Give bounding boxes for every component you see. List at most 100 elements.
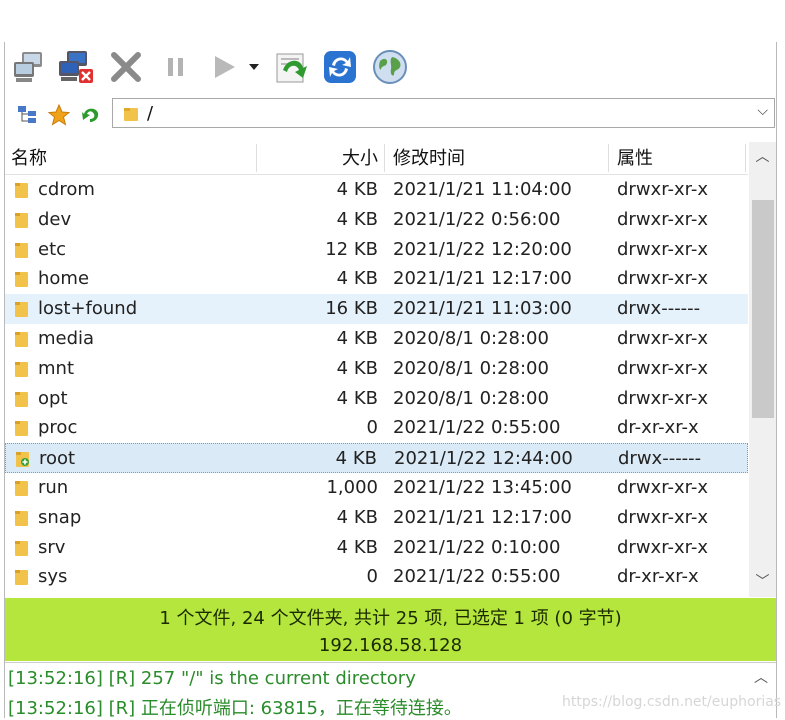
caret-down-icon bbox=[249, 64, 259, 70]
file-attributes: dr-xr-xr-x bbox=[617, 417, 699, 439]
file-size: 4 KB bbox=[336, 387, 378, 409]
folder-icon bbox=[15, 540, 28, 556]
file-name: media bbox=[38, 328, 95, 349]
file-modified: 2021/1/21 11:03:00 bbox=[393, 298, 572, 320]
play-button[interactable] bbox=[204, 48, 244, 86]
disconnect-button[interactable] bbox=[56, 48, 96, 86]
file-size: 4 KB bbox=[336, 328, 378, 349]
scroll-up-icon[interactable]: ︿ bbox=[754, 667, 768, 687]
log-panel[interactable]: [13:52:16] [R] 257 "/" is the current di… bbox=[5, 662, 776, 719]
file-attributes: dr-xr-xr-x bbox=[617, 566, 699, 588]
file-name: cdrom bbox=[38, 179, 95, 200]
folder-icon bbox=[15, 272, 28, 288]
scroll-up-icon[interactable]: ︿ bbox=[749, 142, 776, 172]
file-size: 4 KB bbox=[336, 357, 378, 379]
folder-icon bbox=[15, 570, 28, 586]
column-header-name[interactable]: 名称 bbox=[11, 142, 47, 174]
vertical-scrollbar[interactable]: ︿ ﹀ bbox=[749, 142, 776, 597]
file-modified: 2021/1/22 0:56:00 bbox=[393, 208, 561, 230]
file-row[interactable]: root 4 KB 2021/1/22 12:44:00 drwx------ bbox=[5, 443, 748, 474]
file-attributes: drwx------ bbox=[617, 298, 701, 320]
status-bar: 1 个文件, 24 个文件夹, 共计 25 项, 已选定 1 项 (0 字节) … bbox=[5, 598, 776, 661]
file-row[interactable]: dev 4 KB 2021/1/22 0:56:00 drwxr-xr-x bbox=[5, 205, 748, 235]
column-header-size[interactable]: 大小 bbox=[257, 142, 378, 174]
folder-icon bbox=[15, 510, 28, 526]
play-icon bbox=[215, 56, 235, 78]
file-name: sys bbox=[38, 566, 68, 588]
chevron-down-icon[interactable]: ⌵ bbox=[757, 103, 768, 119]
file-attributes: drwxr-xr-x bbox=[617, 268, 708, 290]
address-bar[interactable]: / ⌵ bbox=[112, 98, 775, 128]
file-row[interactable]: lost+found 16 KB 2021/1/21 11:03:00 drwx---… bbox=[5, 294, 748, 325]
file-name: lost+found bbox=[38, 298, 138, 320]
file-name: opt bbox=[38, 387, 68, 409]
file-modified: 2021/1/22 13:45:00 bbox=[393, 477, 572, 498]
file-size: 4 KB bbox=[336, 536, 378, 558]
refresh-button[interactable] bbox=[320, 48, 360, 86]
file-row[interactable]: run 1,000 2021/1/22 13:45:00 drwxr-xr-x bbox=[5, 473, 748, 503]
file-row[interactable]: mnt 4 KB 2020/8/1 0:28:00 drwxr-xr-x bbox=[5, 354, 748, 384]
connect-button[interactable] bbox=[10, 48, 50, 86]
folder-icon bbox=[15, 421, 28, 437]
back-arrow-icon bbox=[82, 108, 99, 122]
log-line: [13:52:16] [R] 257 "/" is the current di… bbox=[8, 668, 416, 689]
back-button[interactable] bbox=[78, 102, 104, 128]
file-row[interactable]: snap 4 KB 2021/1/21 12:17:00 drwxr-xr-x bbox=[5, 503, 748, 533]
refresh-icon bbox=[324, 51, 356, 83]
file-modified: 2020/8/1 0:28:00 bbox=[393, 328, 549, 349]
file-modified: 2021/1/22 0:55:00 bbox=[393, 566, 561, 588]
favorites-button[interactable] bbox=[46, 102, 72, 128]
pause-icon bbox=[168, 58, 183, 76]
file-modified: 2021/1/21 11:04:00 bbox=[393, 179, 572, 200]
globe-button[interactable] bbox=[370, 48, 410, 86]
file-attributes: drwxr-xr-x bbox=[617, 357, 708, 379]
file-name: etc bbox=[38, 238, 67, 260]
file-size: 16 KB bbox=[325, 298, 378, 320]
toolbar bbox=[4, 42, 776, 92]
file-name: mnt bbox=[38, 357, 74, 379]
file-name: run bbox=[38, 477, 69, 498]
file-row[interactable]: sys 0 2021/1/22 0:55:00 dr-xr-xr-x bbox=[5, 562, 748, 592]
scroll-down-icon[interactable]: ﹀ bbox=[749, 567, 776, 597]
stop-button[interactable] bbox=[106, 48, 146, 86]
file-row[interactable]: proc 0 2021/1/22 0:55:00 dr-xr-xr-x bbox=[5, 413, 748, 443]
file-row[interactable]: opt 4 KB 2020/8/1 0:28:00 drwxr-xr-x bbox=[5, 384, 748, 414]
file-modified: 2021/1/22 0:10:00 bbox=[393, 536, 561, 558]
file-size: 4 KB bbox=[335, 448, 377, 470]
file-name: snap bbox=[38, 506, 82, 528]
scrollbar-thumb[interactable] bbox=[752, 200, 774, 418]
file-name: srv bbox=[38, 536, 66, 558]
file-name: proc bbox=[38, 417, 78, 439]
file-size: 4 KB bbox=[336, 179, 378, 200]
file-row[interactable]: srv 4 KB 2021/1/22 0:10:00 drwxr-xr-x bbox=[5, 533, 748, 563]
star-icon bbox=[48, 104, 70, 126]
file-size: 0 bbox=[366, 417, 378, 439]
folder-icon bbox=[15, 302, 28, 318]
column-divider[interactable] bbox=[745, 144, 746, 172]
column-divider[interactable] bbox=[384, 144, 385, 172]
file-row[interactable]: media 4 KB 2020/8/1 0:28:00 drwxr-xr-x bbox=[5, 324, 748, 354]
go-up-button[interactable] bbox=[272, 48, 312, 86]
tree-view-button[interactable] bbox=[14, 102, 40, 128]
file-modified: 2020/8/1 0:28:00 bbox=[393, 387, 549, 409]
file-attributes: drwx------ bbox=[618, 448, 702, 470]
column-divider[interactable] bbox=[608, 144, 609, 172]
file-size: 4 KB bbox=[336, 506, 378, 528]
column-header-modified[interactable]: 修改时间 bbox=[393, 142, 465, 174]
file-row[interactable]: etc 12 KB 2021/1/22 12:20:00 drwxr-xr-x bbox=[5, 235, 748, 265]
file-attributes: drwxr-xr-x bbox=[617, 328, 708, 349]
file-row[interactable]: cdrom 4 KB 2021/1/21 11:04:00 drwxr-xr-x bbox=[5, 175, 748, 205]
folder-icon bbox=[15, 332, 28, 347]
file-size: 4 KB bbox=[336, 268, 378, 290]
log-line: [13:52:16] [R] 正在侦听端口: 63815，正在等待连接。 bbox=[8, 698, 462, 719]
folder-icon bbox=[15, 361, 28, 377]
sort-up-icon: ^ bbox=[123, 142, 134, 151]
folder-link-icon bbox=[16, 452, 29, 468]
pause-button[interactable] bbox=[156, 48, 196, 86]
file-attributes: drwxr-xr-x bbox=[617, 208, 708, 230]
file-row[interactable]: home 4 KB 2021/1/21 12:17:00 drwxr-xr-x bbox=[5, 264, 748, 294]
column-header-attr[interactable]: 属性 bbox=[617, 142, 653, 174]
file-attributes: drwxr-xr-x bbox=[617, 179, 708, 200]
play-dropdown-button[interactable] bbox=[244, 48, 264, 86]
file-name: root bbox=[39, 448, 76, 470]
